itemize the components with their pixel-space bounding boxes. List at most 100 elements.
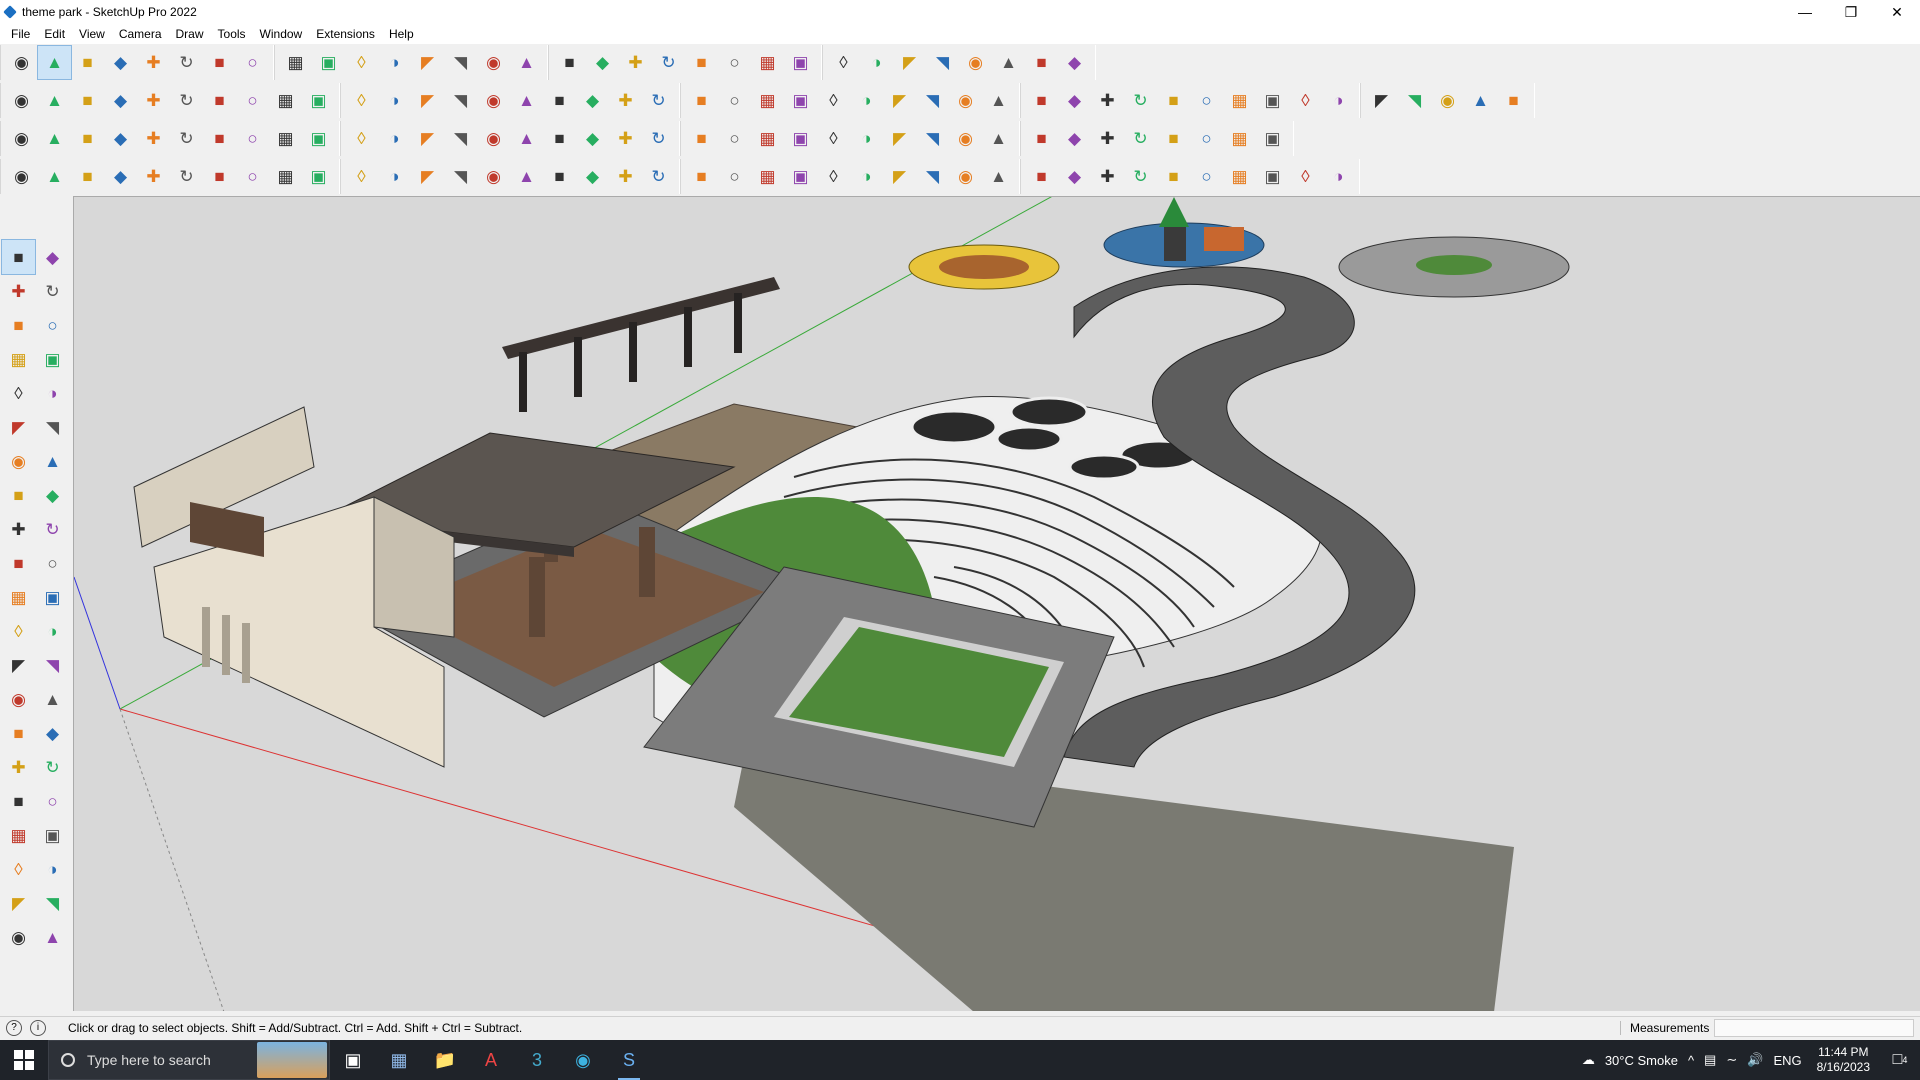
sort-icon[interactable]: ◤ [893, 46, 926, 79]
swirl-icon[interactable]: ▣ [302, 160, 335, 193]
path2-icon[interactable]: ▲ [38, 160, 71, 193]
plugin-icon[interactable]: ◆ [1058, 46, 1091, 79]
shape4-icon[interactable]: ◉ [949, 84, 982, 117]
rotate-icon[interactable]: ▣ [312, 46, 345, 79]
cross-green-icon[interactable]: ▲ [510, 122, 543, 155]
magnet-icon[interactable]: ◑ [850, 122, 883, 155]
zoom-icon[interactable]: ■ [553, 46, 586, 79]
line-tool-icon[interactable]: ▦ [2, 342, 35, 376]
rectangle-icon[interactable]: ↻ [170, 46, 203, 79]
measurements-box[interactable] [1714, 1019, 1914, 1037]
arrows-icon[interactable]: ◥ [926, 46, 959, 79]
rectangle-tool-icon[interactable]: ◊ [2, 376, 35, 410]
sail-icon[interactable]: ▲ [510, 160, 543, 193]
taskbar-search[interactable]: Type here to search [48, 1040, 330, 1080]
volume-icon[interactable]: 🔊 [1742, 1052, 1768, 1068]
paint-red-icon[interactable]: ▦ [1223, 84, 1256, 117]
layer-icon[interactable]: ↻ [170, 122, 203, 155]
3d-text-tool-icon[interactable]: ▲ [36, 682, 69, 716]
menu-camera[interactable]: Camera [112, 27, 169, 41]
house3-icon[interactable]: ✚ [609, 84, 642, 117]
grid-orange2-icon[interactable]: ↻ [1124, 122, 1157, 155]
axes-tool-icon[interactable]: ◉ [2, 682, 35, 716]
section-tool-icon[interactable]: ◑ [36, 852, 69, 886]
house2-icon[interactable]: ◆ [576, 84, 609, 117]
model-viewport[interactable] [73, 196, 1920, 1011]
lasso3-icon[interactable]: ▦ [751, 122, 784, 155]
acrobat-icon[interactable]: A [468, 1040, 514, 1080]
leaf-icon[interactable]: ↻ [642, 160, 675, 193]
shape7-icon[interactable]: ◆ [1058, 84, 1091, 117]
stair5-icon[interactable]: ◑ [850, 160, 883, 193]
scale-tool-icon[interactable]: ▦ [2, 580, 35, 614]
cube-wire-icon[interactable]: ↻ [170, 160, 203, 193]
3dsmax-icon[interactable]: 3 [514, 1040, 560, 1080]
pan-tool-icon[interactable]: ◆ [36, 716, 69, 750]
shape-dark-icon[interactable]: ◆ [104, 160, 137, 193]
orbit-tool-icon[interactable]: ◆ [36, 240, 69, 274]
sphere-icon[interactable]: ○ [236, 160, 269, 193]
freehand-tool-icon[interactable]: ▣ [36, 342, 69, 376]
two-point-arc-icon[interactable]: ▲ [36, 444, 69, 478]
warning-icon[interactable]: ↻ [642, 122, 675, 155]
curve2-icon[interactable]: ▦ [1223, 122, 1256, 155]
pie-tool-icon[interactable]: ■ [2, 478, 35, 512]
roof6-icon[interactable]: ◆ [1058, 160, 1091, 193]
tape-measure-icon[interactable]: ◑ [378, 46, 411, 79]
path1-icon[interactable]: ◉ [5, 160, 38, 193]
shape1-icon[interactable]: ◑ [850, 84, 883, 117]
layers-icon[interactable]: ○ [718, 46, 751, 79]
cube-orange2-icon[interactable]: ▦ [269, 84, 302, 117]
plane-blue2-icon[interactable]: ▲ [38, 122, 71, 155]
loop-icon[interactable]: ■ [203, 122, 236, 155]
link-icon[interactable]: ◑ [378, 122, 411, 155]
walk-tool-icon[interactable]: ◊ [2, 852, 35, 886]
styles2-icon[interactable]: ◉ [2, 920, 35, 954]
eraser-icon[interactable]: ■ [71, 46, 104, 79]
look-around-icon[interactable]: ▣ [36, 818, 69, 852]
house5-icon[interactable]: ■ [685, 84, 718, 117]
shape8-icon[interactable]: ✚ [1091, 84, 1124, 117]
components-icon[interactable]: ✚ [619, 46, 652, 79]
menu-extensions[interactable]: Extensions [309, 27, 382, 41]
roof2-icon[interactable]: ◥ [916, 160, 949, 193]
zoom-window-tool-icon[interactable]: ↻ [36, 750, 69, 784]
shape9-icon[interactable]: ↻ [1124, 84, 1157, 117]
panel-icon[interactable]: ▣ [302, 122, 335, 155]
solid3-icon[interactable]: ◤ [1365, 84, 1398, 117]
styles-icon[interactable]: ■ [685, 46, 718, 79]
solid1-icon[interactable]: ◊ [1289, 84, 1322, 117]
wood-icon[interactable]: ◊ [345, 122, 378, 155]
menu-file[interactable]: File [4, 27, 37, 41]
scale-icon[interactable]: ◊ [345, 46, 378, 79]
three-point-arc-icon[interactable]: ◆ [36, 478, 69, 512]
plane-yellow-icon[interactable]: ■ [71, 122, 104, 155]
polygon-tool-icon[interactable]: ◥ [36, 410, 69, 444]
pin-icon[interactable]: ▣ [784, 84, 817, 117]
bend-icon[interactable]: ◤ [411, 122, 444, 155]
menu-edit[interactable]: Edit [37, 27, 72, 41]
extension-icon[interactable]: ◊ [827, 46, 860, 79]
section-plane-icon[interactable]: ◑ [378, 84, 411, 117]
cube-blue-icon[interactable]: ✚ [137, 84, 170, 117]
qr-icon[interactable]: ▣ [1256, 122, 1289, 155]
house1-icon[interactable]: ■ [543, 84, 576, 117]
push-pull-tool-icon[interactable]: ↻ [36, 512, 69, 546]
gift-icon[interactable]: ■ [1025, 122, 1058, 155]
roof12-icon[interactable]: ▣ [1256, 160, 1289, 193]
bucket-icon[interactable]: ◊ [817, 122, 850, 155]
shape3-icon[interactable]: ◥ [916, 84, 949, 117]
roof9-icon[interactable]: ■ [1157, 160, 1190, 193]
sandbox-icon[interactable]: ◉ [477, 84, 510, 117]
geo-location-icon[interactable]: ? [6, 1019, 22, 1036]
weather-icon[interactable]: ☁ [1577, 1052, 1600, 1068]
orbit-icon[interactable]: ◉ [477, 46, 510, 79]
network-icon[interactable]: ▤ [1699, 1052, 1721, 1068]
formula-icon[interactable]: ▦ [751, 84, 784, 117]
zoom-tool-icon[interactable]: ✚ [2, 750, 35, 784]
fence2-icon[interactable]: ◆ [576, 160, 609, 193]
rotate-tool-icon[interactable]: ■ [2, 546, 35, 580]
shape6-icon[interactable]: ■ [1025, 84, 1058, 117]
grid-orange3-icon[interactable]: ■ [1157, 122, 1190, 155]
roof11-icon[interactable]: ▦ [1223, 160, 1256, 193]
